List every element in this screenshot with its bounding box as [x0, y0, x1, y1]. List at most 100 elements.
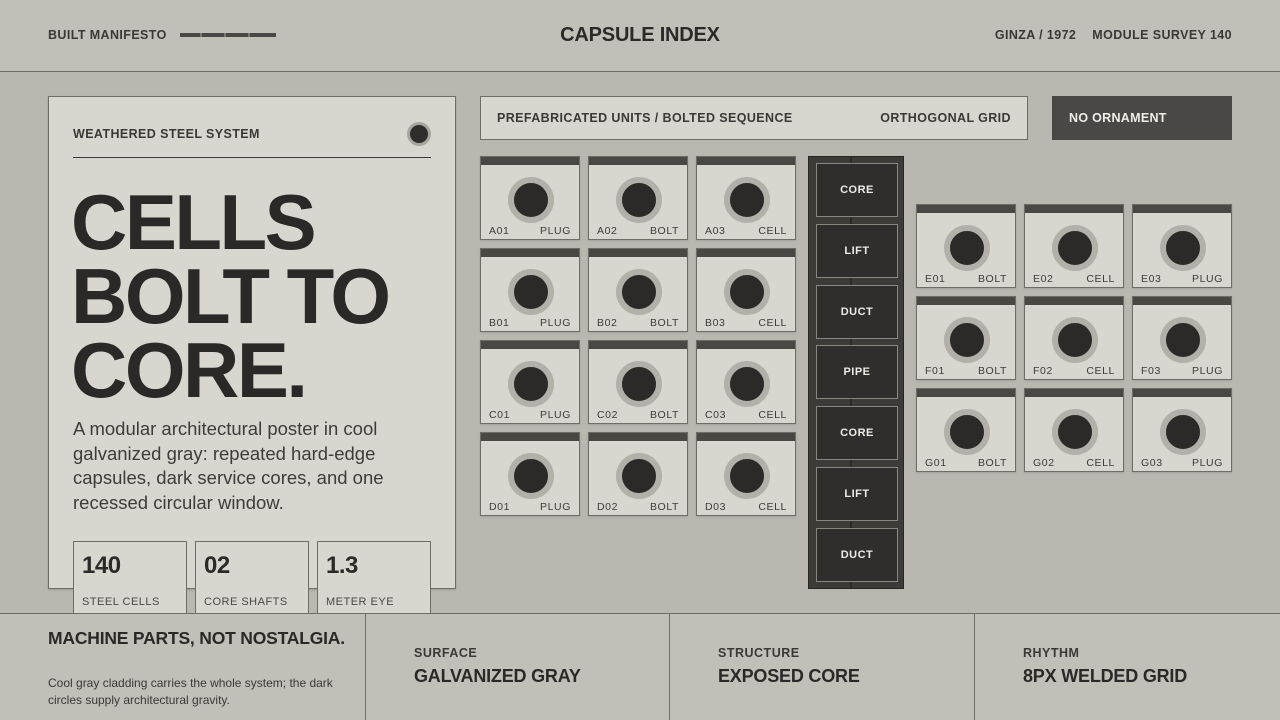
capsule-cell: G02 CELL	[1024, 388, 1124, 472]
stat-meter-eye: 1.3 METER EYE	[317, 541, 431, 619]
core-block: LIFT	[816, 223, 898, 278]
capsule-cap	[917, 389, 1015, 397]
strip-right-label: ORTHOGONAL GRID	[880, 111, 1011, 125]
capsule-cap	[917, 297, 1015, 305]
headline: CELLS BOLT TO CORE.	[71, 178, 391, 409]
stat-label: METER EYE	[326, 596, 395, 608]
stat-value: 1.3	[326, 552, 358, 579]
card-description: A modular architectural poster in cool g…	[73, 418, 384, 513]
capsule-type: CELL	[758, 501, 787, 513]
porthole-window-icon	[508, 269, 554, 315]
core-block: DUCT	[816, 284, 898, 339]
capsule-type: BOLT	[977, 273, 1007, 285]
footer-divider	[974, 614, 975, 720]
stat-steel-cells: 140 STEEL CELLS	[73, 541, 187, 619]
headline-line: CELLS	[71, 178, 317, 266]
capsule-id: C01	[489, 409, 511, 421]
capsule-id: C02	[597, 409, 619, 421]
core-block: PIPE	[816, 345, 898, 400]
porthole-window-icon	[724, 453, 770, 499]
capsule-cap	[1025, 297, 1123, 305]
tag-label: NO ORNAMENT	[1069, 111, 1167, 125]
capsule-cell: C02 BOLT	[588, 340, 688, 424]
card-divider	[73, 157, 431, 158]
spec-key-structure: STRUCTURE	[718, 646, 800, 660]
footer-headline: MACHINE PARTS, NOT NOSTALGIA.	[48, 628, 345, 648]
spec-key-rhythm: RHYTHM	[1023, 646, 1080, 660]
spec-value-rhythm: 8PX WELDED GRID	[1023, 666, 1188, 686]
capsule-cell: G03 PLUG	[1132, 388, 1232, 472]
capsule-cap	[481, 433, 579, 441]
porthole-window-icon	[508, 361, 554, 407]
capsule-cell: C01 PLUG	[480, 340, 580, 424]
manifesto-card: WEATHERED STEEL SYSTEM CELLS BOLT TO COR…	[48, 96, 456, 619]
porthole-window-icon	[1052, 409, 1098, 455]
capsule-id: A02	[597, 225, 618, 237]
capsule-id: A03	[705, 225, 726, 237]
capsule-cell: B02 BOLT	[588, 248, 688, 332]
porthole-window-icon	[944, 317, 990, 363]
stat-value: 140	[82, 552, 121, 579]
capsule-cell: F01 BOLT	[916, 296, 1016, 380]
footer-divider	[365, 614, 366, 720]
stat-label: STEEL CELLS	[82, 596, 160, 608]
footer-text: Cool gray cladding carries the whole sys…	[48, 676, 333, 707]
capsule-id: A01	[489, 225, 510, 237]
capsule-cap	[481, 157, 579, 165]
footer: MACHINE PARTS, NOT NOSTALGIA. Cool gray …	[0, 613, 1280, 720]
capsule-id: F01	[925, 365, 945, 377]
capsule-type: CELL	[758, 225, 787, 237]
capsule-type: PLUG	[540, 409, 571, 421]
headline-line: BOLT TO	[71, 252, 391, 340]
porthole-window-icon	[616, 269, 662, 315]
core-block: LIFT	[816, 467, 898, 521]
capsule-cap	[1025, 389, 1123, 397]
porthole-window-icon	[724, 269, 770, 315]
capsule-type: BOLT	[977, 457, 1007, 469]
capsule-cap	[589, 341, 687, 349]
capsule-id: E01	[925, 273, 946, 285]
stat-label: CORE SHAFTS	[204, 596, 288, 608]
porthole-window-icon	[508, 177, 554, 223]
capsule-type: BOLT	[977, 365, 1007, 377]
capsule-cap	[697, 157, 795, 165]
capsule-type: BOLT	[649, 317, 679, 329]
capsule-id: F02	[1033, 365, 1053, 377]
footer-divider	[669, 614, 670, 720]
capsule-cap	[697, 433, 795, 441]
spec-value-surface: GALVANIZED GRAY	[414, 666, 581, 686]
capsule-id: G02	[1033, 457, 1055, 469]
circle-window-icon	[407, 122, 431, 146]
capsule-cell: D03 CELL	[696, 432, 796, 516]
capsule-type: CELL	[1086, 365, 1115, 377]
capsule-id: B03	[705, 317, 726, 329]
porthole-window-icon	[944, 409, 990, 455]
capsule-id: G03	[1141, 457, 1163, 469]
capsule-cap	[481, 249, 579, 257]
porthole-window-icon	[508, 453, 554, 499]
porthole-window-icon	[616, 361, 662, 407]
capsule-type: PLUG	[540, 317, 571, 329]
capsule-cap	[589, 249, 687, 257]
capsule-cap	[1133, 297, 1231, 305]
capsule-cell: A01 PLUG	[480, 156, 580, 240]
header-survey: MODULE SURVEY 140	[1092, 28, 1232, 42]
capsule-cell: F02 CELL	[1024, 296, 1124, 380]
capsule-id: D02	[597, 501, 619, 513]
header-location: GINZA / 1972	[994, 28, 1077, 42]
strip-left-label: PREFABRICATED UNITS / BOLTED SEQUENCE	[497, 111, 793, 125]
capsule-cell: E02 CELL	[1024, 204, 1124, 288]
porthole-window-icon	[724, 361, 770, 407]
capsule-id: F03	[1141, 365, 1161, 377]
capsule-cell: B03 CELL	[696, 248, 796, 332]
capsule-type: CELL	[1086, 457, 1115, 469]
porthole-window-icon	[1160, 409, 1206, 455]
capsule-type: PLUG	[1192, 273, 1223, 285]
capsule-cell: E03 PLUG	[1132, 204, 1232, 288]
capsule-type: PLUG	[540, 225, 571, 237]
core-block: CORE	[816, 163, 898, 217]
capsule-cap	[1025, 205, 1123, 213]
header-right-labels: GINZA / 1972 MODULE SURVEY 140	[995, 28, 1232, 42]
porthole-window-icon	[616, 453, 662, 499]
spec-value-structure: EXPOSED CORE	[718, 666, 860, 686]
